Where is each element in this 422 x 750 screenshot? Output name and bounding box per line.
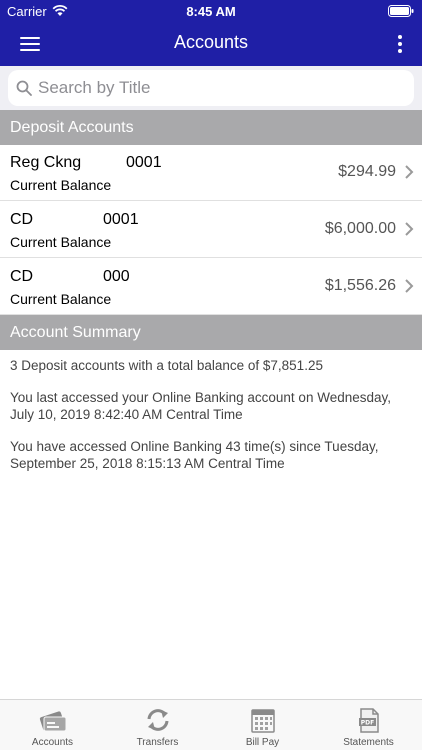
- account-row[interactable]: Reg Ckng 0001 Current Balance $294.99: [0, 145, 422, 201]
- account-name: CD: [10, 268, 34, 285]
- svg-text:PDF: PDF: [361, 720, 374, 727]
- account-balance: $1,556.26: [324, 277, 396, 294]
- navigation-bar: Accounts: [0, 22, 422, 66]
- search-bar: [0, 66, 422, 110]
- account-balance: $294.99: [338, 163, 396, 180]
- account-name: CD: [10, 211, 34, 228]
- chevron-right-icon: [405, 222, 414, 236]
- account-row[interactable]: CD 000 Current Balance $1,556.26: [0, 259, 422, 315]
- status-bar: Carrier 8:45 AM: [0, 0, 422, 22]
- current-balance-label: Current Balance: [10, 291, 112, 307]
- tab-label: Accounts: [31, 737, 74, 748]
- chevron-right-icon: [405, 279, 414, 293]
- tab-statements[interactable]: PDF Statements: [316, 700, 421, 750]
- status-time: 8:45 AM: [186, 4, 236, 19]
- tab-label: Transfers: [136, 737, 179, 748]
- transfers-icon: [147, 709, 169, 731]
- search-icon: [16, 80, 32, 96]
- pdf-icon: PDF: [359, 708, 379, 733]
- search-box[interactable]: [8, 70, 414, 106]
- account-number: 000: [103, 268, 130, 285]
- calendar-icon: [251, 709, 275, 733]
- deposit-accounts-header: Deposit Accounts: [0, 110, 422, 145]
- account-summary: 3 Deposit accounts with a total balance …: [10, 357, 415, 487]
- tab-accounts[interactable]: Accounts: [0, 700, 105, 750]
- tab-bar: Accounts Transfers Bill Pay PDF Statemen…: [0, 699, 422, 750]
- account-number: 0001: [103, 211, 139, 228]
- page-title: Accounts: [173, 32, 249, 52]
- summary-last-access: You last accessed your Online Banking ac…: [10, 390, 391, 422]
- summary-access-count: You have accessed Online Banking 43 time…: [10, 439, 379, 471]
- current-balance-label: Current Balance: [10, 177, 112, 193]
- account-summary-header: Account Summary: [0, 315, 422, 350]
- top-bar: Carrier 8:45 AM Accounts: [0, 0, 422, 66]
- account-balance: $6,000.00: [324, 220, 396, 237]
- more-options-icon[interactable]: [392, 30, 408, 58]
- summary-total: 3 Deposit accounts with a total balance …: [10, 358, 323, 373]
- battery-icon: [388, 5, 414, 17]
- tab-label: Bill Pay: [245, 737, 280, 748]
- tab-bill-pay[interactable]: Bill Pay: [210, 700, 315, 750]
- account-number: 0001: [126, 154, 162, 171]
- account-row[interactable]: CD 0001 Current Balance $6,000.00: [0, 202, 422, 258]
- chevron-right-icon: [405, 165, 414, 179]
- accounts-icon: [39, 711, 67, 732]
- search-input[interactable]: [38, 70, 408, 106]
- account-name: Reg Ckng: [10, 154, 82, 171]
- tab-transfers[interactable]: Transfers: [105, 700, 210, 750]
- tab-label: Statements: [343, 737, 394, 748]
- current-balance-label: Current Balance: [10, 234, 112, 250]
